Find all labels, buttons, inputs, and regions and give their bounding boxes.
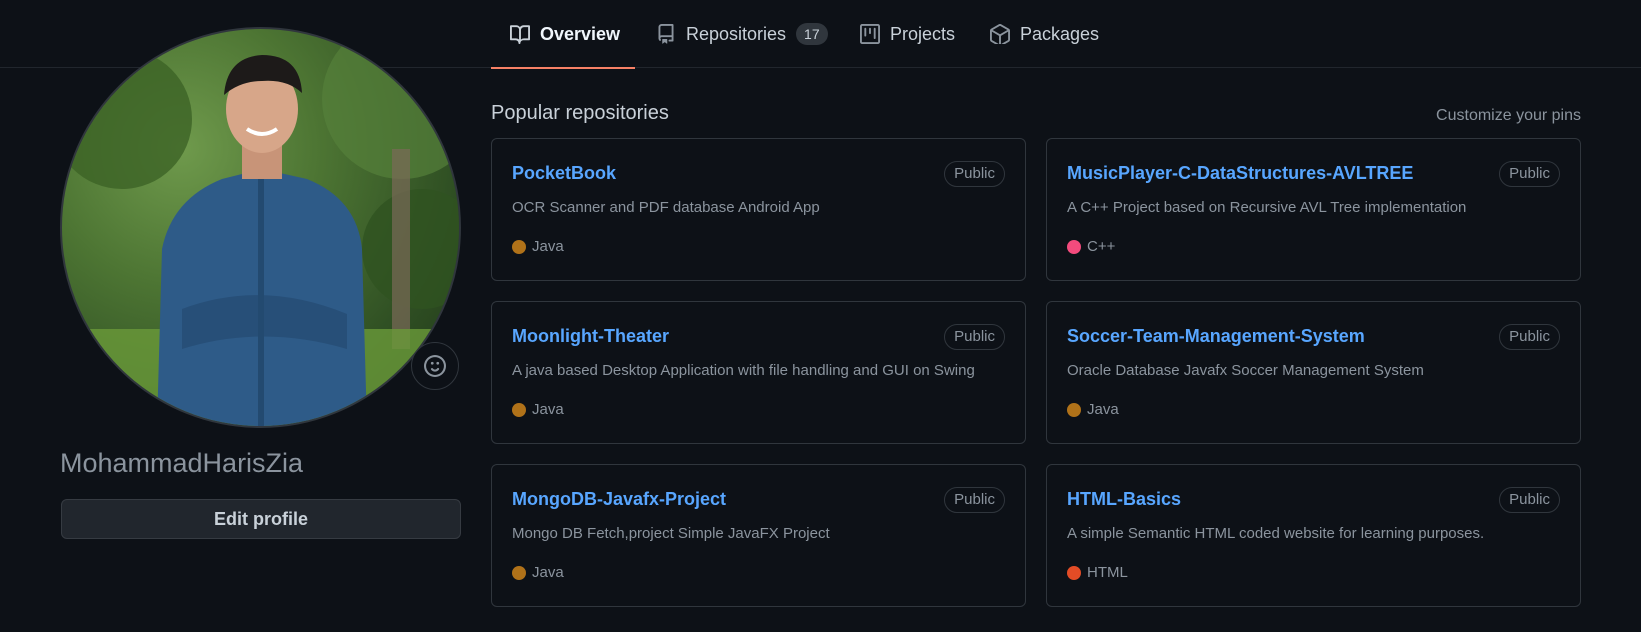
profile-username: MohammadHarisZia (60, 448, 304, 478)
repo-language: Java (512, 401, 564, 418)
section-title: Popular repositories (491, 102, 669, 124)
visibility-badge: Public (1499, 487, 1560, 513)
repo-description: A java based Desktop Application with fi… (512, 362, 975, 379)
language-color-dot (512, 565, 526, 580)
tab-projects-label: Projects (890, 23, 956, 44)
visibility-badge: Public (1499, 161, 1560, 187)
repo-link[interactable]: MongoDB-Javafx-Project (512, 489, 726, 510)
repo-description: A simple Semantic HTML coded website for… (1067, 525, 1485, 542)
repo-link[interactable]: PocketBook (512, 163, 616, 184)
visibility-badge: Public (944, 161, 1005, 187)
project-icon (860, 24, 880, 44)
book-icon (510, 25, 530, 44)
repo-description: A C++ Project based on Recursive AVL Tre… (1067, 199, 1467, 216)
language-color-dot (1067, 402, 1081, 417)
visibility-badge: Public (1499, 324, 1560, 350)
tab-repositories-label: Repositories (686, 23, 787, 44)
repo-link[interactable]: Moonlight-Theater (512, 326, 669, 347)
repo-link[interactable]: HTML-Basics (1067, 489, 1181, 510)
set-status-button[interactable] (411, 342, 459, 390)
repo-card-pocketbook: PocketBook Public OCR Scanner and PDF da… (491, 138, 1026, 281)
repo-language: Java (512, 238, 564, 255)
repo-icon (658, 24, 674, 44)
edit-profile-button[interactable]: Edit profile (61, 499, 461, 539)
repo-card-musicplayer: MusicPlayer-C-DataStructures-AVLTREE Pub… (1046, 138, 1581, 281)
language-label: Java (532, 401, 564, 418)
language-label: Java (532, 564, 564, 581)
repo-card-html-basics: HTML-Basics Public A simple Semantic HTM… (1046, 464, 1581, 607)
customize-pins-link[interactable]: Customize your pins (1436, 107, 1581, 125)
language-label: Java (1087, 401, 1119, 418)
repo-description: Mongo DB Fetch,project Simple JavaFX Pro… (512, 525, 830, 542)
tab-overview[interactable]: Overview (491, 0, 635, 69)
tab-packages[interactable]: Packages (990, 0, 1099, 68)
repo-language: C++ (1067, 238, 1115, 255)
language-color-dot (512, 402, 526, 417)
language-color-dot (512, 239, 526, 254)
repositories-count-badge: 17 (796, 23, 828, 45)
tab-repositories[interactable]: Repositories 17 (656, 0, 828, 68)
package-icon (990, 24, 1010, 44)
tab-packages-label: Packages (1020, 23, 1100, 44)
repo-card-moonlight-theater: Moonlight-Theater Public A java based De… (491, 301, 1026, 444)
language-label: Java (532, 238, 564, 255)
language-color-dot (1067, 565, 1081, 580)
tab-projects[interactable]: Projects (860, 0, 955, 68)
avatar[interactable] (60, 27, 461, 428)
repo-language: Java (512, 564, 564, 581)
repo-card-soccer-team: Soccer-Team-Management-System Public Ora… (1046, 301, 1581, 444)
visibility-badge: Public (944, 487, 1005, 513)
repo-link[interactable]: MusicPlayer-C-DataStructures-AVLTREE (1067, 163, 1413, 184)
language-color-dot (1067, 239, 1081, 254)
repo-description: OCR Scanner and PDF database Android App (512, 199, 820, 216)
repo-description: Oracle Database Javafx Soccer Management… (1067, 362, 1424, 379)
repo-language: Java (1067, 401, 1119, 418)
repo-card-mongodb-javafx: MongoDB-Javafx-Project Public Mongo DB F… (491, 464, 1026, 607)
repo-language: HTML (1067, 564, 1128, 581)
repo-link[interactable]: Soccer-Team-Management-System (1067, 326, 1365, 347)
avatar-photo (62, 29, 459, 426)
smiley-icon (424, 355, 446, 377)
visibility-badge: Public (944, 324, 1005, 350)
language-label: HTML (1087, 564, 1128, 581)
tab-overview-label: Overview (540, 23, 621, 44)
avatar-container (60, 27, 461, 428)
language-label: C++ (1087, 238, 1116, 255)
